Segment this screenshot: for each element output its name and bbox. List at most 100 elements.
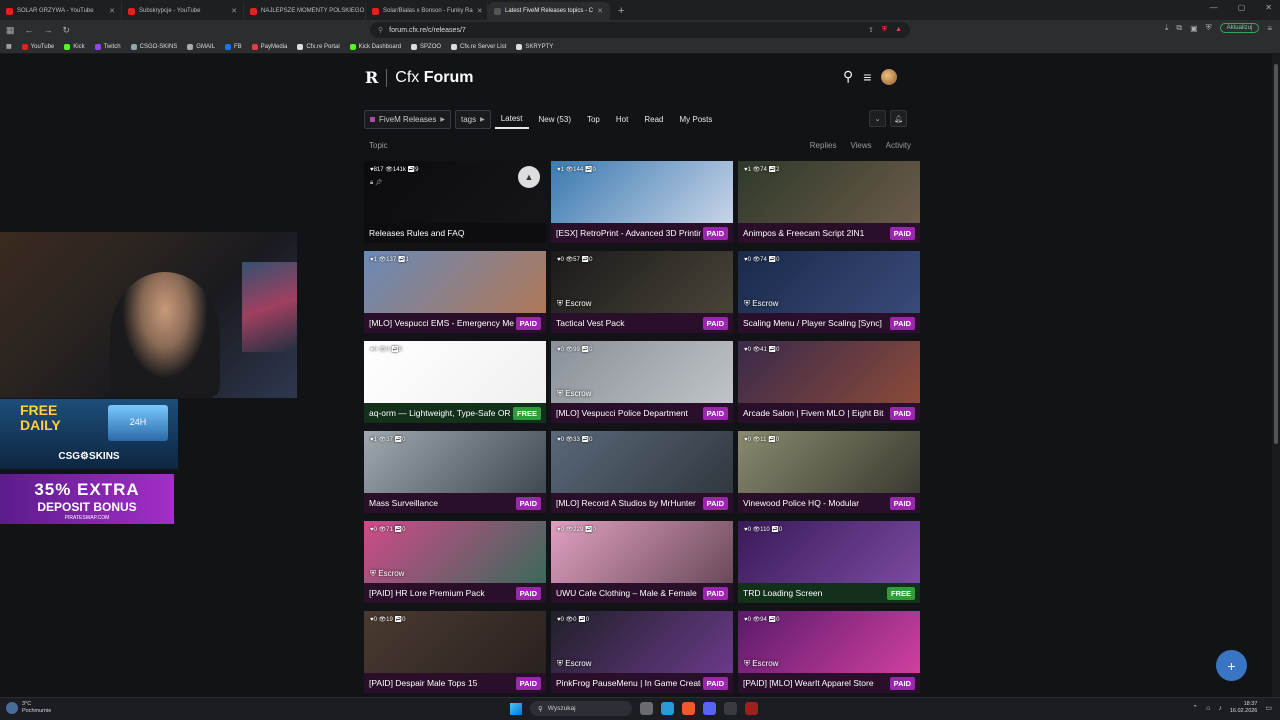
brave-icon[interactable] (682, 702, 695, 715)
topic-card[interactable]: ♥0 👁0 ↩0 ⛨ Escrow PinkFrog PauseMenu | In … (551, 611, 733, 693)
column-views[interactable]: Views (850, 141, 871, 150)
bookmark-item[interactable]: Cfx.re Portal (297, 43, 340, 50)
bookmark-item[interactable]: FB (224, 43, 242, 50)
category-dropdown[interactable]: FiveM Releases ▶ (364, 109, 451, 129)
menu-icon[interactable]: ≡ (1267, 24, 1272, 33)
close-window-icon[interactable]: ✕ (1265, 3, 1272, 12)
clock[interactable]: 18:37 16.02.2026 (1230, 701, 1258, 715)
bookmark-item[interactable]: SKRYPTY (516, 43, 553, 50)
chevron-up-icon[interactable]: ⌃ (1192, 704, 1198, 712)
system-tray: ⌃ ⌂ ♪ 18:37 16.02.2026 ▭ (1192, 701, 1272, 715)
bookmark-item[interactable]: Kick Dashboard (349, 43, 401, 50)
reload-icon[interactable]: ↻ (63, 25, 71, 36)
network-icon[interactable]: ⌂ (1206, 705, 1210, 712)
topic-stats: ♥0 👁71 ↩0 (370, 527, 406, 533)
share-icon[interactable]: ⇪ (868, 26, 874, 34)
hamburger-menu-icon[interactable]: ≡ (863, 69, 871, 85)
chevron-down-icon[interactable]: ⌄ (869, 110, 886, 127)
topic-card[interactable]: ♥0 👁19 ↩0 [PAID] Despair Male Tops 15 PAID (364, 611, 546, 693)
bookmark-item[interactable]: PayMedia (251, 43, 287, 50)
topic-card[interactable]: ♥0 👁229 ↩0 UWU Cafe Clothing – Male & Fem… (551, 521, 733, 603)
nav-tab[interactable]: Top (581, 110, 606, 129)
forum-logo[interactable]: R Cfx Forum (365, 68, 474, 87)
volume-icon[interactable]: ♪ (1218, 705, 1222, 712)
bookmark-item[interactable]: Kick (64, 43, 85, 50)
download-icon[interactable]: ⤓ (1165, 23, 1169, 33)
topic-card[interactable]: ♥0 👁11 ↩0 Vinewood Police HQ - Modular PAI… (738, 431, 920, 513)
topic-card[interactable]: ♥0 👁74 ↩0 ⛨ Escrow Scaling Menu / Player S… (738, 251, 920, 333)
bookmark-item[interactable]: CSGO-SKINS (130, 43, 177, 50)
wallet-icon[interactable]: ▣ (1190, 24, 1198, 33)
bookmark-item[interactable]: Cfx.re Server List (451, 43, 506, 50)
vpn-icon[interactable]: ⛨ (1206, 23, 1212, 33)
column-replies[interactable]: Replies (810, 141, 837, 150)
obs-icon[interactable] (745, 702, 758, 715)
search-icon[interactable]: ⚲ (843, 68, 853, 85)
file-explorer-icon[interactable] (640, 702, 653, 715)
close-icon[interactable]: ✕ (477, 7, 483, 15)
topic-card[interactable]: ♥0 👁94 ↩0 ⛨ Escrow [PAID] [MLO] WearIt App… (738, 611, 920, 693)
nav-tab[interactable]: Hot (610, 110, 634, 129)
topic-card[interactable]: ♥0 👁33 ↩0 [MLO] Record A Studios by MrHun… (551, 431, 733, 513)
new-tab-button[interactable]: + (610, 2, 632, 20)
close-icon[interactable]: ✕ (597, 7, 603, 15)
maximize-icon[interactable]: ▢ (1238, 3, 1246, 12)
bookmark-item[interactable]: GMAIL (187, 43, 215, 50)
bookmark-item[interactable]: YouTube (21, 43, 54, 50)
topic-title: [MLO] Vespucci Police Department (556, 408, 688, 418)
topic-card[interactable]: ♥817 👁141k ↩9 🔒︎ 📌︎ ▲ Releases Rules and FA… (364, 161, 546, 243)
topic-card[interactable]: ♥0 👁0 ↩0 aq-orm — Lightweight, Type-Safe … (364, 341, 546, 423)
topic-card[interactable]: ♥0 👁110 ↩0 TRD Loading Screen FREE (738, 521, 920, 603)
column-topic[interactable]: Topic (369, 141, 388, 150)
close-icon[interactable]: ✕ (109, 7, 115, 15)
topic-title: Tactical Vest Pack (556, 318, 625, 328)
bookmark-item[interactable]: Twitch (94, 43, 121, 50)
extensions-icon[interactable]: ⧉ (1176, 23, 1182, 33)
csgoskins-ad[interactable]: FREE DAILY 24H CSG⚙SKINS (0, 399, 178, 469)
topic-card[interactable]: ♥0 👁41 ↩0 Arcade Salon | Fivem MLO | Eigh… (738, 341, 920, 423)
brave-shield-icon[interactable]: ⛨ (882, 26, 887, 34)
topic-card[interactable]: ♥0 👁99 ↩0 ⛨ Escrow [MLO] Vespucci Police D… (551, 341, 733, 423)
rewards-icon[interactable]: ▲ (895, 26, 902, 34)
weather-widget[interactable]: 3°C Pochmurnie (6, 701, 51, 715)
update-button[interactable]: Aktualizuj (1219, 23, 1260, 33)
url-field[interactable]: ⚲ forum.cfx.re/c/releases/7 ⇪ ⛨ ▲ (370, 22, 910, 38)
discord-icon[interactable] (703, 702, 716, 715)
user-avatar[interactable] (881, 68, 898, 85)
nav-tab[interactable]: Read (638, 110, 669, 129)
back-icon[interactable]: ← (25, 25, 34, 35)
topic-card[interactable]: ♥1 👁37 ↩0 Mass Surveillance PAID (364, 431, 546, 513)
browser-tab[interactable]: SOLAR GRZYWA - YouTube ✕ (0, 2, 122, 20)
pirateswap-ad[interactable]: 35% EXTRA DEPOSIT BONUS PIRATESWAP.COM (0, 474, 174, 524)
topic-card[interactable]: ♥1 👁74 ↩2 Animpos & Freecam Script 2IN1 PA… (738, 161, 920, 243)
notifications-icon[interactable]: ▭ (1265, 704, 1272, 712)
bookmark-item[interactable]: SPZOO (411, 43, 441, 50)
apps-icon[interactable]: ▦ (6, 43, 12, 50)
nav-tab[interactable]: New (53) (533, 110, 577, 129)
scrollbar[interactable] (1272, 54, 1280, 697)
browser-tab[interactable]: Solar/Białas x Bonson - Funky Ra ✕ (366, 2, 488, 20)
nav-tab[interactable]: My Posts (673, 110, 718, 129)
nav-tab[interactable]: Latest (494, 110, 529, 129)
windows-start-icon[interactable] (510, 702, 522, 715)
column-activity[interactable]: Activity (886, 141, 911, 150)
xbox-icon[interactable] (724, 702, 737, 715)
new-topic-button[interactable]: + (1216, 650, 1247, 681)
tags-dropdown[interactable]: tags ▶ (454, 109, 491, 129)
site-info-icon[interactable]: ⚲ (378, 26, 383, 34)
forward-icon[interactable]: → (44, 25, 53, 35)
browser-tab[interactable]: NAJLEPSZE MOMENTY POLSKIEGO✕ (244, 2, 366, 20)
topic-card[interactable]: ♥0 👁57 ↩0 ⛨ Escrow Tactical Vest Pack PAID (551, 251, 733, 333)
topic-card[interactable]: ♥1 👁144 ↩0 [ESX] RetroPrint - Advanced 3D… (551, 161, 733, 243)
taskbar-search[interactable]: ⚲ Wyszukaj (530, 701, 632, 716)
cfx-badge-icon: ▲ (518, 166, 540, 188)
browser-tab[interactable]: Latest FiveM Releases topics - C ✕ (488, 2, 610, 20)
telegram-icon[interactable] (661, 702, 674, 715)
topic-card[interactable]: ♥1 👁137 ↩1 [MLO] Vespucci EMS - Emergency… (364, 251, 546, 333)
topic-card[interactable]: ♥0 👁71 ↩0 ⛨ Escrow [PAID] HR Lore Premium … (364, 521, 546, 603)
sidebar-toggle-icon[interactable]: ▦ (6, 25, 15, 36)
browser-tab[interactable]: Subskrypcje - YouTube ✕ (122, 2, 244, 20)
bell-icon[interactable]: 🔔︎ (890, 110, 907, 127)
minimize-icon[interactable]: — (1210, 3, 1218, 12)
close-icon[interactable]: ✕ (231, 7, 237, 15)
